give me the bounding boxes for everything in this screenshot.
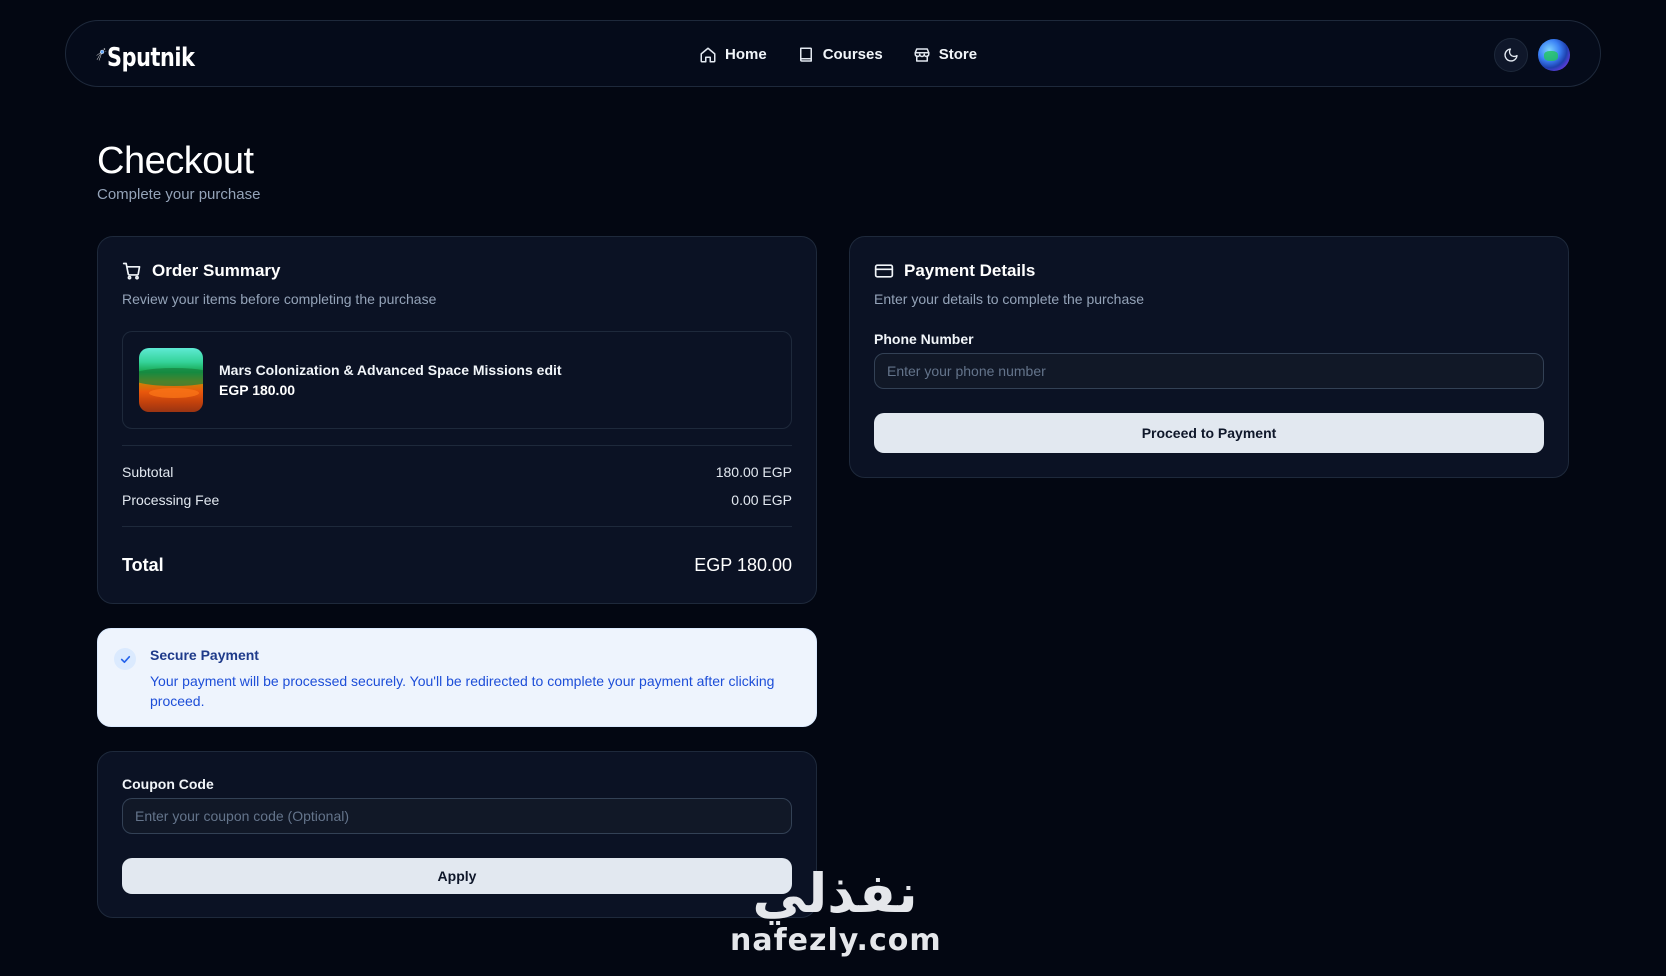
- brand-name: Sputnik: [106, 42, 195, 73]
- total-label: Total: [122, 555, 164, 575]
- credit-card-icon: [874, 264, 894, 278]
- nav-item-courses-label: Courses: [822, 46, 883, 63]
- sputnik-logo-icon: [96, 47, 107, 61]
- payment-details-card: Payment Details Enter your details to co…: [849, 236, 1569, 478]
- watermark-arabic: نفذلي: [752, 862, 918, 925]
- secure-payment-text: Your payment will be processed securely.…: [150, 673, 775, 709]
- subtotal-row: Subtotal 180.00 EGP: [122, 464, 792, 480]
- nav-item-store[interactable]: Store: [913, 46, 977, 64]
- order-summary-heading: Order Summary: [122, 261, 792, 281]
- summary-divider: [122, 445, 792, 446]
- watermark-latin: nafezly.com: [730, 923, 942, 958]
- book-icon: [799, 47, 812, 62]
- nav-item-home-label: Home: [725, 46, 767, 63]
- total-row: Total EGP 180.00: [122, 555, 792, 576]
- payment-details-description: Enter your details to complete the purch…: [874, 291, 1145, 307]
- top-navbar: Sputnik Home Courses Store: [65, 20, 1601, 87]
- main-nav: Home Courses Store: [699, 21, 977, 88]
- secure-payment-title: Secure Payment: [150, 647, 259, 663]
- order-item-price: EGP 180.00: [219, 382, 296, 398]
- order-summary-description: Review your items before completing the …: [122, 291, 437, 307]
- moon-icon: [1504, 47, 1518, 62]
- fee-label: Processing Fee: [122, 492, 220, 508]
- store-icon: [914, 47, 930, 62]
- nav-item-courses[interactable]: Courses: [797, 46, 883, 64]
- coupon-input[interactable]: Enter your coupon code (Optional): [122, 798, 792, 834]
- check-icon: [114, 648, 136, 670]
- nav-item-store-label: Store: [938, 46, 978, 63]
- cart-icon: [122, 262, 141, 280]
- watermark: نفذلي nafezly.com: [730, 862, 942, 976]
- payment-details-title: Payment Details: [904, 261, 1036, 280]
- total-divider: [122, 526, 792, 527]
- page-subtitle: Complete your purchase: [97, 186, 261, 203]
- order-summary-card: Order Summary Review your items before c…: [97, 236, 817, 604]
- proceed-to-payment-button[interactable]: Proceed to Payment: [874, 413, 1544, 453]
- phone-label: Phone Number: [874, 331, 974, 347]
- fee-value: 0.00 EGP: [731, 492, 792, 508]
- nav-item-home[interactable]: Home: [699, 46, 767, 64]
- fee-row: Processing Fee 0.00 EGP: [122, 492, 792, 508]
- coupon-label: Coupon Code: [122, 776, 214, 792]
- order-item-name: Mars Colonization & Advanced Space Missi…: [219, 362, 562, 378]
- page-title: Checkout: [97, 140, 254, 182]
- apply-coupon-button[interactable]: Apply: [122, 858, 792, 894]
- user-avatar[interactable]: [1538, 38, 1570, 71]
- order-item: Mars Colonization & Advanced Space Missi…: [122, 331, 792, 429]
- subtotal-value: 180.00 EGP: [715, 464, 792, 480]
- nav-actions: [1494, 21, 1570, 88]
- secure-payment-notice: Secure Payment Your payment will be proc…: [97, 628, 817, 727]
- total-value: EGP 180.00: [694, 555, 792, 575]
- phone-input[interactable]: Enter your phone number: [874, 353, 1544, 389]
- home-icon: [700, 47, 716, 62]
- order-summary-title: Order Summary: [152, 261, 281, 280]
- brand-logo[interactable]: Sputnik: [96, 31, 216, 77]
- coupon-card: Coupon Code Enter your coupon code (Opti…: [97, 751, 817, 918]
- payment-details-heading: Payment Details: [874, 261, 1544, 281]
- theme-toggle-button[interactable]: [1494, 37, 1528, 72]
- subtotal-label: Subtotal: [122, 464, 174, 480]
- course-thumbnail: [139, 348, 203, 412]
